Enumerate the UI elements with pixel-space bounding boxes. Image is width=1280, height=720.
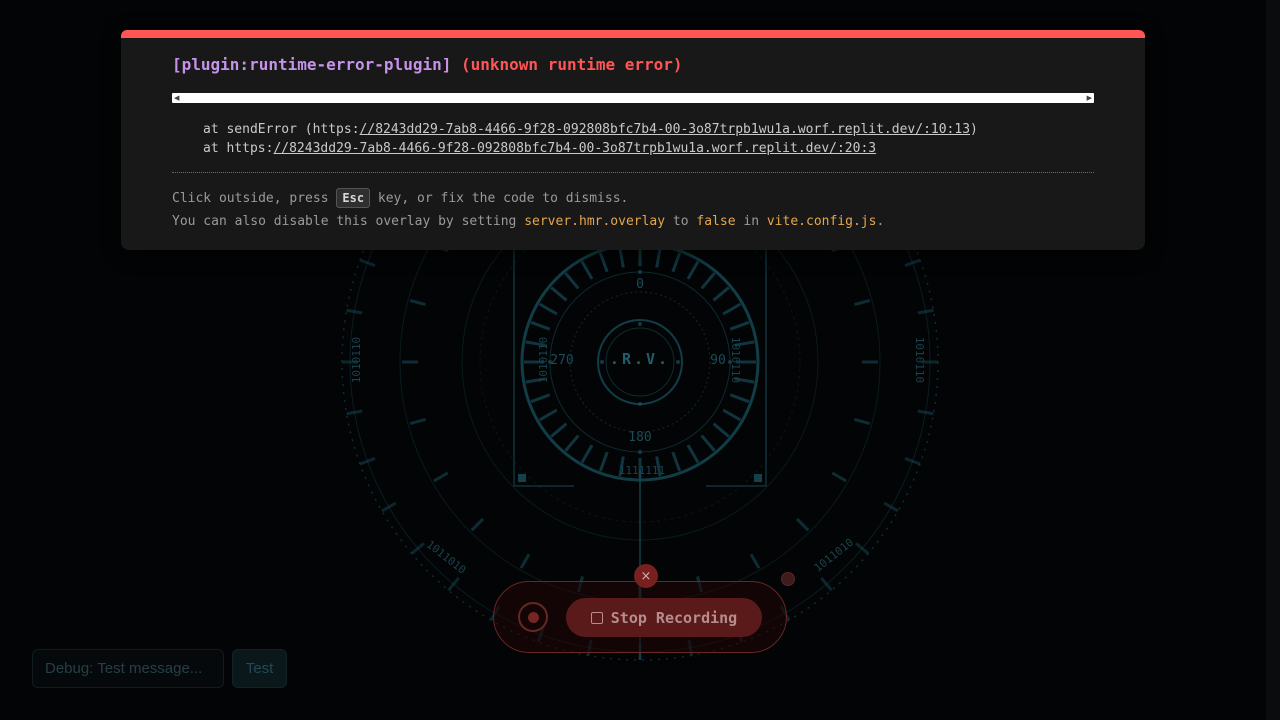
tip-text: to bbox=[672, 214, 689, 229]
tip-dismiss: Click outside, press Esc key, or fix the… bbox=[172, 187, 1094, 210]
stack-line: at https://8243dd29-7ab8-4466-9f28-09280… bbox=[203, 139, 1094, 158]
config-file: vite.config.js bbox=[766, 214, 877, 229]
error-divider bbox=[172, 172, 1094, 173]
error-message: (unknown runtime error) bbox=[461, 55, 683, 74]
tip-text: Click outside, press bbox=[172, 191, 329, 206]
tip-disable: You can also disable this overlay by set… bbox=[172, 210, 1094, 233]
tip-text: . bbox=[876, 214, 885, 229]
esc-key: Esc bbox=[336, 188, 371, 208]
stack-link[interactable]: //8243dd29-7ab8-4466-9f28-092808bfc7b4-0… bbox=[273, 141, 876, 156]
stack-suffix: ) bbox=[970, 122, 978, 137]
scroll-left-icon[interactable]: ◀ bbox=[174, 93, 179, 103]
error-overlay: [plugin:runtime-error-plugin] (unknown r… bbox=[121, 30, 1145, 250]
tip-text: You can also disable this overlay by set… bbox=[172, 214, 517, 229]
error-title: [plugin:runtime-error-plugin] (unknown r… bbox=[172, 54, 1094, 76]
stack-line: at sendError (https://8243dd29-7ab8-4466… bbox=[203, 120, 1094, 139]
config-setting: server.hmr.overlay bbox=[524, 214, 666, 229]
error-tip: Click outside, press Esc key, or fix the… bbox=[172, 187, 1094, 233]
tip-text: key, or fix the code to dismiss. bbox=[377, 191, 629, 206]
page-scrollbar[interactable] bbox=[1266, 0, 1280, 720]
code-frame-scrollbar[interactable]: ◀ ▶ bbox=[172, 93, 1094, 103]
stack-link[interactable]: //8243dd29-7ab8-4466-9f28-092808bfc7b4-0… bbox=[360, 122, 970, 137]
scroll-right-icon[interactable]: ▶ bbox=[1087, 93, 1092, 103]
tip-text: in bbox=[743, 214, 760, 229]
stack-prefix: at sendError (https: bbox=[203, 122, 360, 137]
config-value: false bbox=[696, 214, 736, 229]
error-plugin-name: [plugin:runtime-error-plugin] bbox=[172, 55, 452, 74]
stack-prefix: at https: bbox=[203, 141, 274, 156]
error-stack: at sendError (https://8243dd29-7ab8-4466… bbox=[172, 120, 1094, 158]
